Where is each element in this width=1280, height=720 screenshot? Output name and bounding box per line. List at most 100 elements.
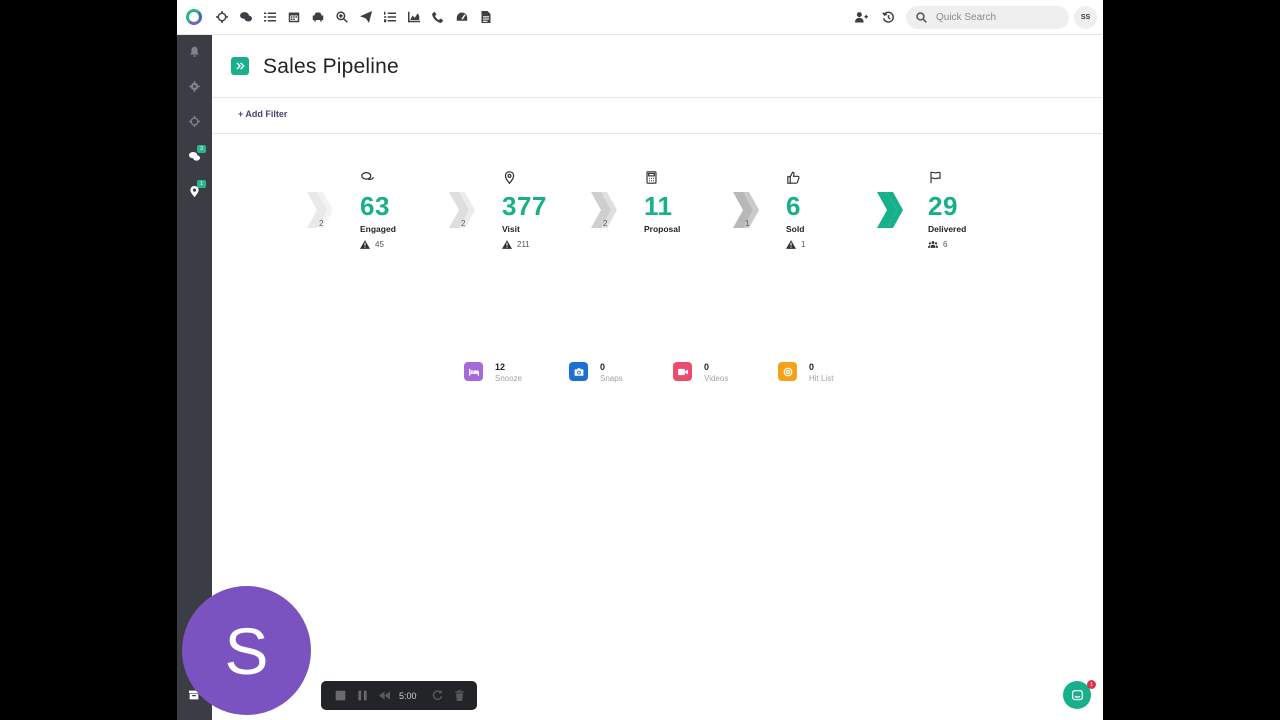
restart-icon[interactable] (431, 689, 445, 703)
flag-icon (929, 171, 942, 184)
camera-icon (569, 362, 588, 381)
trash-icon[interactable] (453, 689, 467, 703)
crosshair-icon[interactable] (215, 10, 229, 24)
stage-label: Sold (786, 224, 805, 234)
add-filter-button[interactable]: + Add Filter (238, 109, 287, 119)
stat-snooze[interactable]: 12 Snooze (464, 362, 564, 386)
warning-icon (786, 240, 796, 249)
search-plus-icon[interactable] (335, 10, 349, 24)
document-icon[interactable] (479, 10, 493, 24)
stage-label: Delivered (928, 224, 967, 234)
people-count: 6 (943, 240, 948, 249)
search-box[interactable] (906, 6, 1069, 29)
warning-count: 1 (801, 240, 806, 249)
stat-hit-list[interactable]: 0 Hit List (778, 362, 878, 386)
stage-visit[interactable]: 2 377 Visit 211 (449, 170, 559, 260)
chevron-arrow-icon (733, 192, 759, 228)
pause-icon[interactable] (355, 689, 369, 703)
map-pin-icon (503, 171, 516, 185)
stage-count: 6 (786, 191, 801, 221)
sidebar-bell-icon[interactable] (188, 45, 201, 58)
chevron-arrow-icon (877, 192, 903, 228)
stage-sold[interactable]: 1 6 Sold 1 (733, 170, 843, 260)
visit-count-badge: 1 (197, 180, 206, 188)
stage-count: 29 (928, 191, 958, 221)
stage-label: Engaged (360, 224, 396, 234)
car-icon[interactable] (311, 10, 325, 24)
chat-icon[interactable] (239, 10, 253, 24)
dashboard-icon[interactable] (455, 10, 469, 24)
pipeline-chevron-icon (231, 57, 249, 75)
stop-icon[interactable] (333, 689, 347, 703)
sidebar-map-pin-icon[interactable]: 1 (188, 180, 206, 198)
stage-engaged[interactable]: 2 63 Engaged 45 (307, 170, 417, 260)
chat-count-badge: 3 (197, 145, 206, 153)
bed-icon (464, 362, 483, 381)
chevron-arrow-icon (591, 192, 617, 228)
stat-videos[interactable]: 0 Videos (673, 362, 773, 386)
stat-snaps[interactable]: 0 Snaps (569, 362, 669, 386)
chevron-count: 2 (461, 219, 466, 228)
stage-warning: 45 (360, 240, 384, 249)
list-icon[interactable] (263, 10, 277, 24)
stat-value: 12 (495, 362, 506, 372)
stage-count: 63 (360, 191, 390, 221)
chat-icon (361, 171, 374, 184)
stage-label: Proposal (644, 224, 681, 234)
send-icon[interactable] (359, 10, 373, 24)
thumbs-up-icon (787, 171, 800, 184)
stat-label: Snaps (600, 374, 623, 383)
warning-count: 45 (375, 240, 384, 249)
sidebar-crosshair-icon[interactable] (188, 115, 201, 128)
page-header: Sales Pipeline (212, 35, 1103, 98)
chevron-arrow-icon (449, 192, 475, 228)
chevron-count: 1 (745, 219, 750, 228)
chat-icon (1071, 689, 1083, 700)
warning-icon (360, 240, 370, 249)
stage-proposal[interactable]: 2 11 Proposal (591, 170, 701, 260)
stage-warning: 1 (786, 240, 805, 249)
video-icon (673, 362, 692, 381)
chevron-count: 2 (603, 219, 608, 228)
stage-delivered[interactable]: 29 Delivered 6 (875, 170, 985, 260)
recording-timer: 5:00 (399, 690, 417, 701)
history-icon[interactable] (880, 9, 896, 25)
top-toolbar: SS (177, 0, 1103, 35)
chevron-arrow-icon (307, 192, 333, 228)
chat-notification-badge: 1 (1087, 680, 1096, 689)
stage-count: 377 (502, 191, 547, 221)
app-logo[interactable] (186, 9, 202, 25)
stat-value: 0 (704, 362, 710, 372)
stat-value: 0 (809, 362, 815, 372)
target-icon (778, 362, 797, 381)
warning-icon (502, 240, 512, 249)
user-avatar[interactable]: SS (1074, 6, 1097, 29)
stage-warning: 211 (502, 240, 530, 249)
stat-label: Snooze (495, 374, 523, 383)
filter-bar: + Add Filter (212, 98, 1103, 134)
page-title: Sales Pipeline (263, 55, 399, 78)
stage-count: 11 (644, 191, 673, 221)
warning-count: 211 (517, 240, 530, 249)
phone-icon[interactable] (431, 10, 445, 24)
area-chart-icon[interactable] (407, 10, 421, 24)
presenter-avatar: S (182, 586, 311, 715)
recording-toolbar: 5:00 (321, 681, 477, 710)
stat-label: Videos (704, 374, 729, 383)
add-user-icon[interactable] (853, 9, 869, 25)
stage-label: Visit (502, 224, 520, 234)
calculator-icon (645, 171, 658, 184)
users-icon (928, 241, 938, 248)
search-icon (916, 12, 927, 23)
chevron-count: 2 (319, 219, 324, 228)
calendar-icon[interactable] (287, 10, 301, 24)
rewind-icon[interactable] (377, 689, 391, 703)
ordered-list-icon[interactable] (383, 10, 397, 24)
sidebar-gear-icon[interactable] (188, 80, 201, 93)
stage-people: 6 (928, 240, 947, 249)
stat-value: 0 (600, 362, 606, 372)
app-window: SS 3 1 Sales Pipeline + Add Filter (177, 0, 1103, 720)
search-input[interactable] (936, 12, 1056, 23)
sidebar-chat-icon[interactable]: 3 (188, 145, 206, 163)
stat-label: Hit List (809, 374, 834, 383)
